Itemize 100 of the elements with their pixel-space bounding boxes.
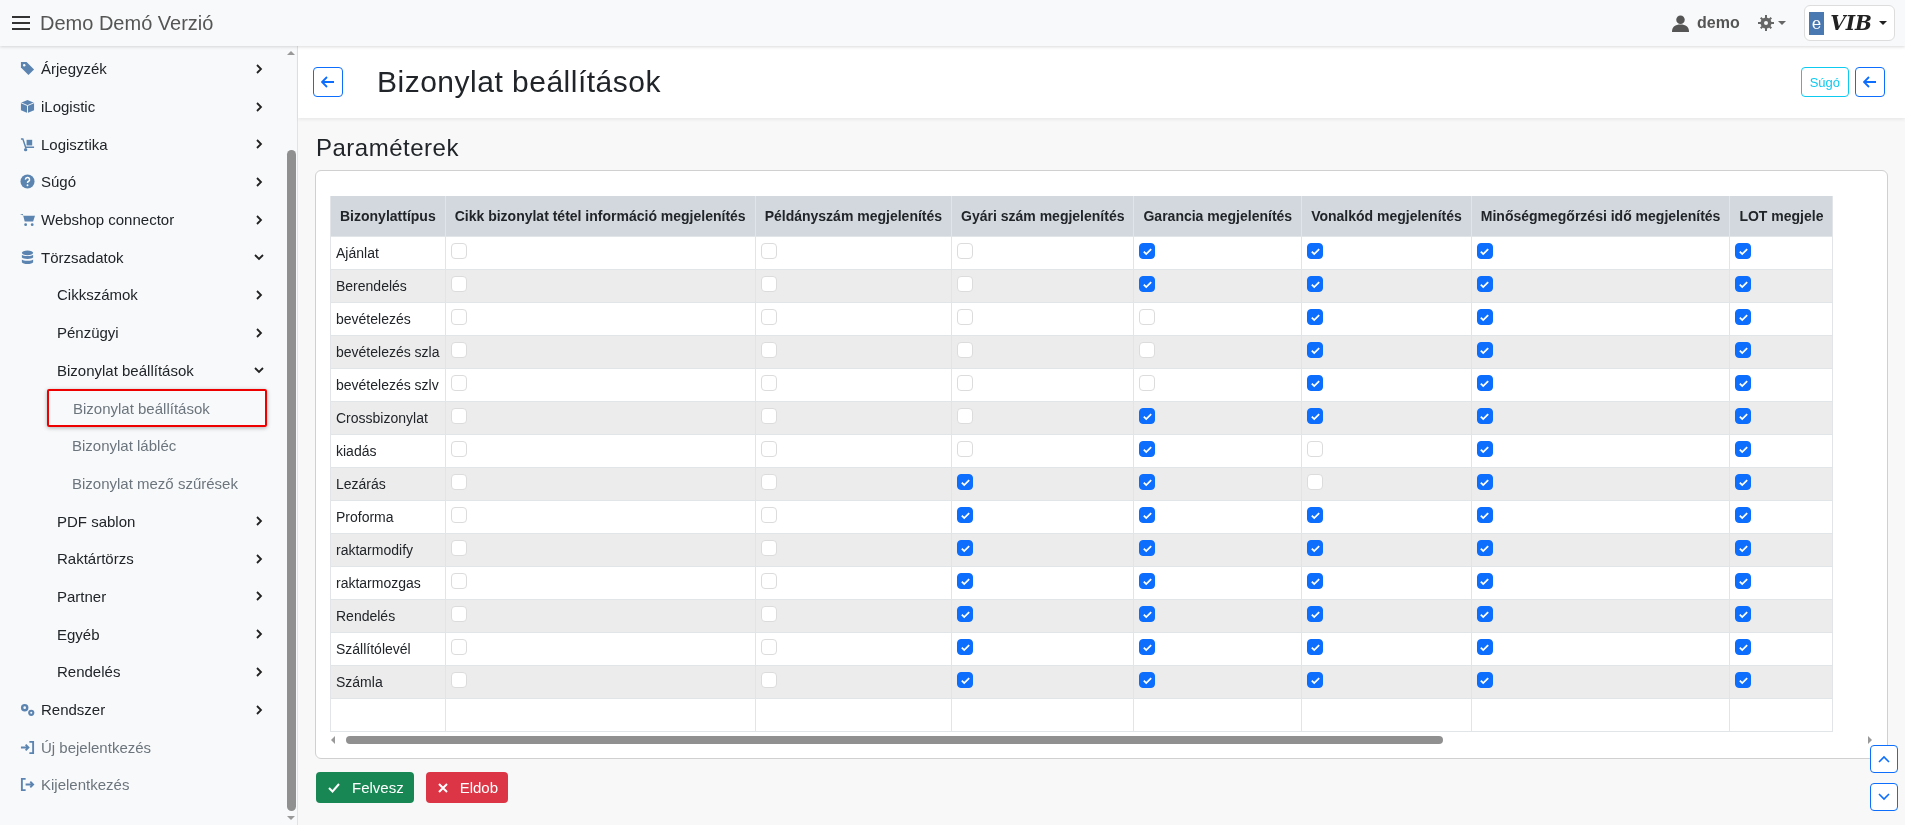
- checkbox[interactable]: [1735, 342, 1752, 359]
- checkbox[interactable]: [1476, 309, 1493, 326]
- sidebar-item[interactable]: Árjegyzék: [0, 50, 285, 88]
- sidebar-link[interactable]: Kijelentkezés: [0, 766, 285, 804]
- checkbox[interactable]: [1139, 672, 1156, 689]
- checkbox[interactable]: [1139, 573, 1156, 590]
- checkbox[interactable]: [1139, 639, 1156, 656]
- checkbox[interactable]: [1139, 408, 1156, 425]
- sidebar-item[interactable]: Logisztika: [0, 125, 285, 164]
- check-icon: [1309, 278, 1321, 290]
- checkbox[interactable]: [1139, 243, 1156, 260]
- sidebar-item[interactable]: Bizonylat beállítások: [47, 389, 267, 427]
- sidebar-item[interactable]: Partner: [0, 577, 285, 616]
- checkbox[interactable]: [1476, 441, 1493, 458]
- checkbox[interactable]: [1139, 441, 1156, 458]
- scroll-down-arrow-icon[interactable]: [286, 815, 296, 821]
- sidebar-item[interactable]: Bizonylat lábléc: [48, 426, 267, 465]
- checkbox[interactable]: [1139, 276, 1156, 293]
- checkbox[interactable]: [1735, 606, 1752, 623]
- checkbox[interactable]: [957, 573, 974, 590]
- checkbox[interactable]: [1476, 276, 1493, 293]
- checkbox[interactable]: [1307, 507, 1324, 524]
- checkbox[interactable]: [1735, 408, 1752, 425]
- checkbox[interactable]: [957, 672, 974, 689]
- sidebar-item[interactable]: Súgó: [0, 163, 285, 201]
- sidebar-link[interactable]: Új bejelentkezés: [0, 728, 285, 767]
- sidebar-item[interactable]: Törzsadatok: [0, 238, 285, 277]
- sidebar-item[interactable]: Webshop connector: [0, 200, 285, 239]
- checkbox[interactable]: [1307, 342, 1324, 359]
- column-header: LOT megjele: [1729, 196, 1833, 237]
- checkbox[interactable]: [1735, 375, 1752, 392]
- checkbox[interactable]: [1307, 573, 1324, 590]
- checkbox[interactable]: [1476, 408, 1493, 425]
- checkbox[interactable]: [1307, 375, 1324, 392]
- checkbox[interactable]: [957, 606, 974, 623]
- checkbox[interactable]: [1735, 441, 1752, 458]
- checkbox[interactable]: [1735, 507, 1752, 524]
- checkbox[interactable]: [1476, 573, 1493, 590]
- logo-menu-button[interactable]: e VIB: [1803, 5, 1895, 41]
- checkbox[interactable]: [957, 639, 974, 656]
- checkbox[interactable]: [1735, 672, 1752, 689]
- checkbox[interactable]: [1139, 606, 1156, 623]
- user-menu[interactable]: demo: [1672, 14, 1740, 32]
- checkbox[interactable]: [957, 540, 974, 557]
- sidebar-item[interactable]: Rendszer: [0, 690, 285, 729]
- checkbox[interactable]: [1307, 243, 1324, 260]
- checkbox[interactable]: [1307, 408, 1324, 425]
- scroll-left-arrow-icon[interactable]: [330, 735, 336, 745]
- sidebar-item[interactable]: Egyéb: [0, 615, 285, 653]
- checkbox[interactable]: [1735, 474, 1752, 491]
- checkbox[interactable]: [1476, 375, 1493, 392]
- checkbox[interactable]: [1307, 276, 1324, 293]
- checkbox[interactable]: [1735, 540, 1752, 557]
- arrow-left-icon: [321, 76, 335, 88]
- checkbox[interactable]: [1735, 573, 1752, 590]
- checkbox[interactable]: [1476, 639, 1493, 656]
- checkbox[interactable]: [1307, 606, 1324, 623]
- sidebar-item[interactable]: Raktártörzs: [0, 539, 285, 578]
- checkbox[interactable]: [1307, 639, 1324, 656]
- check-icon: [1737, 410, 1749, 422]
- settings-menu-button[interactable]: [1757, 15, 1786, 31]
- checkbox[interactable]: [1139, 540, 1156, 557]
- checkbox[interactable]: [1476, 243, 1493, 260]
- discard-button[interactable]: Eldob: [425, 772, 509, 803]
- checkbox[interactable]: [1476, 540, 1493, 557]
- checkbox[interactable]: [957, 507, 974, 524]
- sidebar-item[interactable]: Bizonylat beállítások: [0, 351, 285, 390]
- checkbox[interactable]: [1735, 243, 1752, 260]
- scrollbar[interactable]: [330, 734, 1873, 746]
- save-button[interactable]: Felvesz: [316, 772, 414, 803]
- scroll-right-arrow-icon[interactable]: [1867, 735, 1873, 745]
- scroll-up-arrow-icon[interactable]: [286, 50, 296, 56]
- checkbox[interactable]: [1476, 342, 1493, 359]
- checkbox[interactable]: [1476, 672, 1493, 689]
- checkbox[interactable]: [1735, 309, 1752, 326]
- checkbox[interactable]: [1307, 540, 1324, 557]
- sidebar-item[interactable]: Bizonylat mező szűrések: [48, 464, 267, 503]
- menu-icon[interactable]: [12, 16, 30, 30]
- check-icon: [1737, 542, 1749, 554]
- sidebar-item[interactable]: Pénzügyi: [0, 313, 285, 352]
- checkbox[interactable]: [1476, 474, 1493, 491]
- checkbox[interactable]: [1476, 606, 1493, 623]
- checkbox[interactable]: [1476, 507, 1493, 524]
- checkbox[interactable]: [1139, 507, 1156, 524]
- checkbox[interactable]: [1735, 639, 1752, 656]
- back-button[interactable]: [1855, 67, 1885, 97]
- checkbox[interactable]: [957, 474, 974, 491]
- back-button[interactable]: [313, 67, 343, 97]
- sidebar-item[interactable]: PDF sablon: [0, 502, 285, 540]
- scroll-down-button[interactable]: [1870, 783, 1898, 811]
- checkbox[interactable]: [1307, 309, 1324, 326]
- close-icon: [437, 782, 448, 793]
- checkbox[interactable]: [1307, 672, 1324, 689]
- table-cell: bevételezés szlv: [330, 368, 446, 402]
- checkbox[interactable]: [1139, 474, 1156, 491]
- scroll-up-button[interactable]: [1870, 745, 1898, 773]
- sidebar-item[interactable]: iLogistic: [0, 87, 285, 126]
- checkbox[interactable]: [1735, 276, 1752, 293]
- sidebar-item[interactable]: Rendelés: [0, 653, 285, 691]
- sidebar-item[interactable]: Cikkszámok: [0, 276, 285, 314]
